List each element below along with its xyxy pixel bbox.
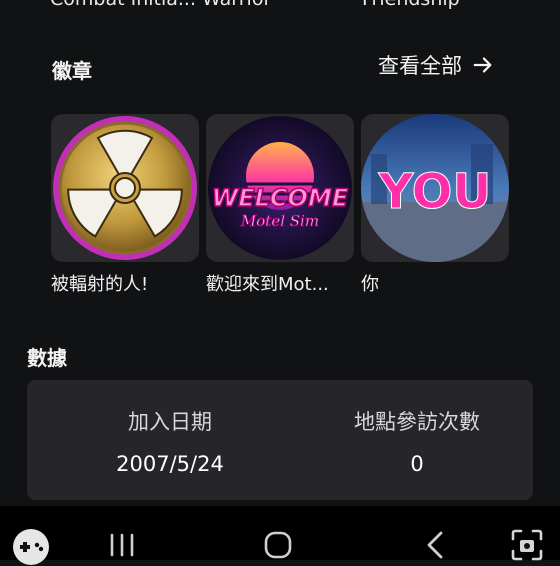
badges-section-title: 徽章: [52, 59, 92, 83]
stat-join-date: 加入日期 2007/5/24: [70, 406, 270, 476]
badge-name: 歡迎來到Mot...: [206, 274, 329, 295]
screenshot-icon: [511, 529, 543, 561]
home-button[interactable]: [263, 530, 293, 560]
stat-label: 加入日期: [128, 410, 212, 434]
stat-place-visits: 地點參訪次數 0: [317, 406, 517, 476]
motel-sim-art-text: Motel Sim: [240, 212, 319, 230]
welcome-motel-sim-badge-icon: WELCOME Motel Sim: [208, 116, 352, 260]
radiation-badge-icon: [53, 116, 197, 260]
back-icon: [427, 531, 443, 559]
badge-card-you[interactable]: YOU: [361, 114, 509, 262]
you-art-text: YOU: [378, 164, 492, 220]
previous-row-label: Friendship: [362, 0, 460, 10]
gamepad-icon: [13, 529, 49, 565]
stat-value: 2007/5/24: [116, 452, 224, 476]
recent-apps-button[interactable]: [108, 532, 136, 558]
see-all-label: 查看全部: [378, 54, 462, 78]
you-badge-icon: YOU: [361, 114, 509, 262]
system-navigation-bar: [0, 506, 560, 565]
stat-label: 地點參訪次數: [354, 410, 480, 434]
badge-name: 你: [361, 274, 379, 295]
badge-card-welcome[interactable]: WELCOME Motel Sim: [206, 114, 354, 262]
badge-card-radiated[interactable]: [51, 114, 199, 262]
previous-row-label: Combat Initia... Warrior: [50, 0, 271, 10]
arrow-right-icon: [473, 57, 492, 73]
home-icon: [264, 531, 292, 559]
stats-card: 加入日期 2007/5/24 地點參訪次數 0: [27, 380, 533, 500]
see-all-badges-link[interactable]: 查看全部: [378, 50, 494, 80]
back-button[interactable]: [424, 530, 446, 560]
welcome-art-text: WELCOME: [212, 184, 349, 212]
screenshot-button[interactable]: [510, 528, 544, 562]
badge-name: 被輻射的人!: [51, 274, 149, 295]
recent-apps-icon: [110, 533, 134, 557]
previous-row-labels: Combat Initia... Warrior Friendship: [0, 0, 560, 12]
stat-value: 0: [410, 452, 424, 476]
stats-section-title: 數據: [27, 346, 67, 370]
gamepad-button[interactable]: [12, 528, 50, 566]
